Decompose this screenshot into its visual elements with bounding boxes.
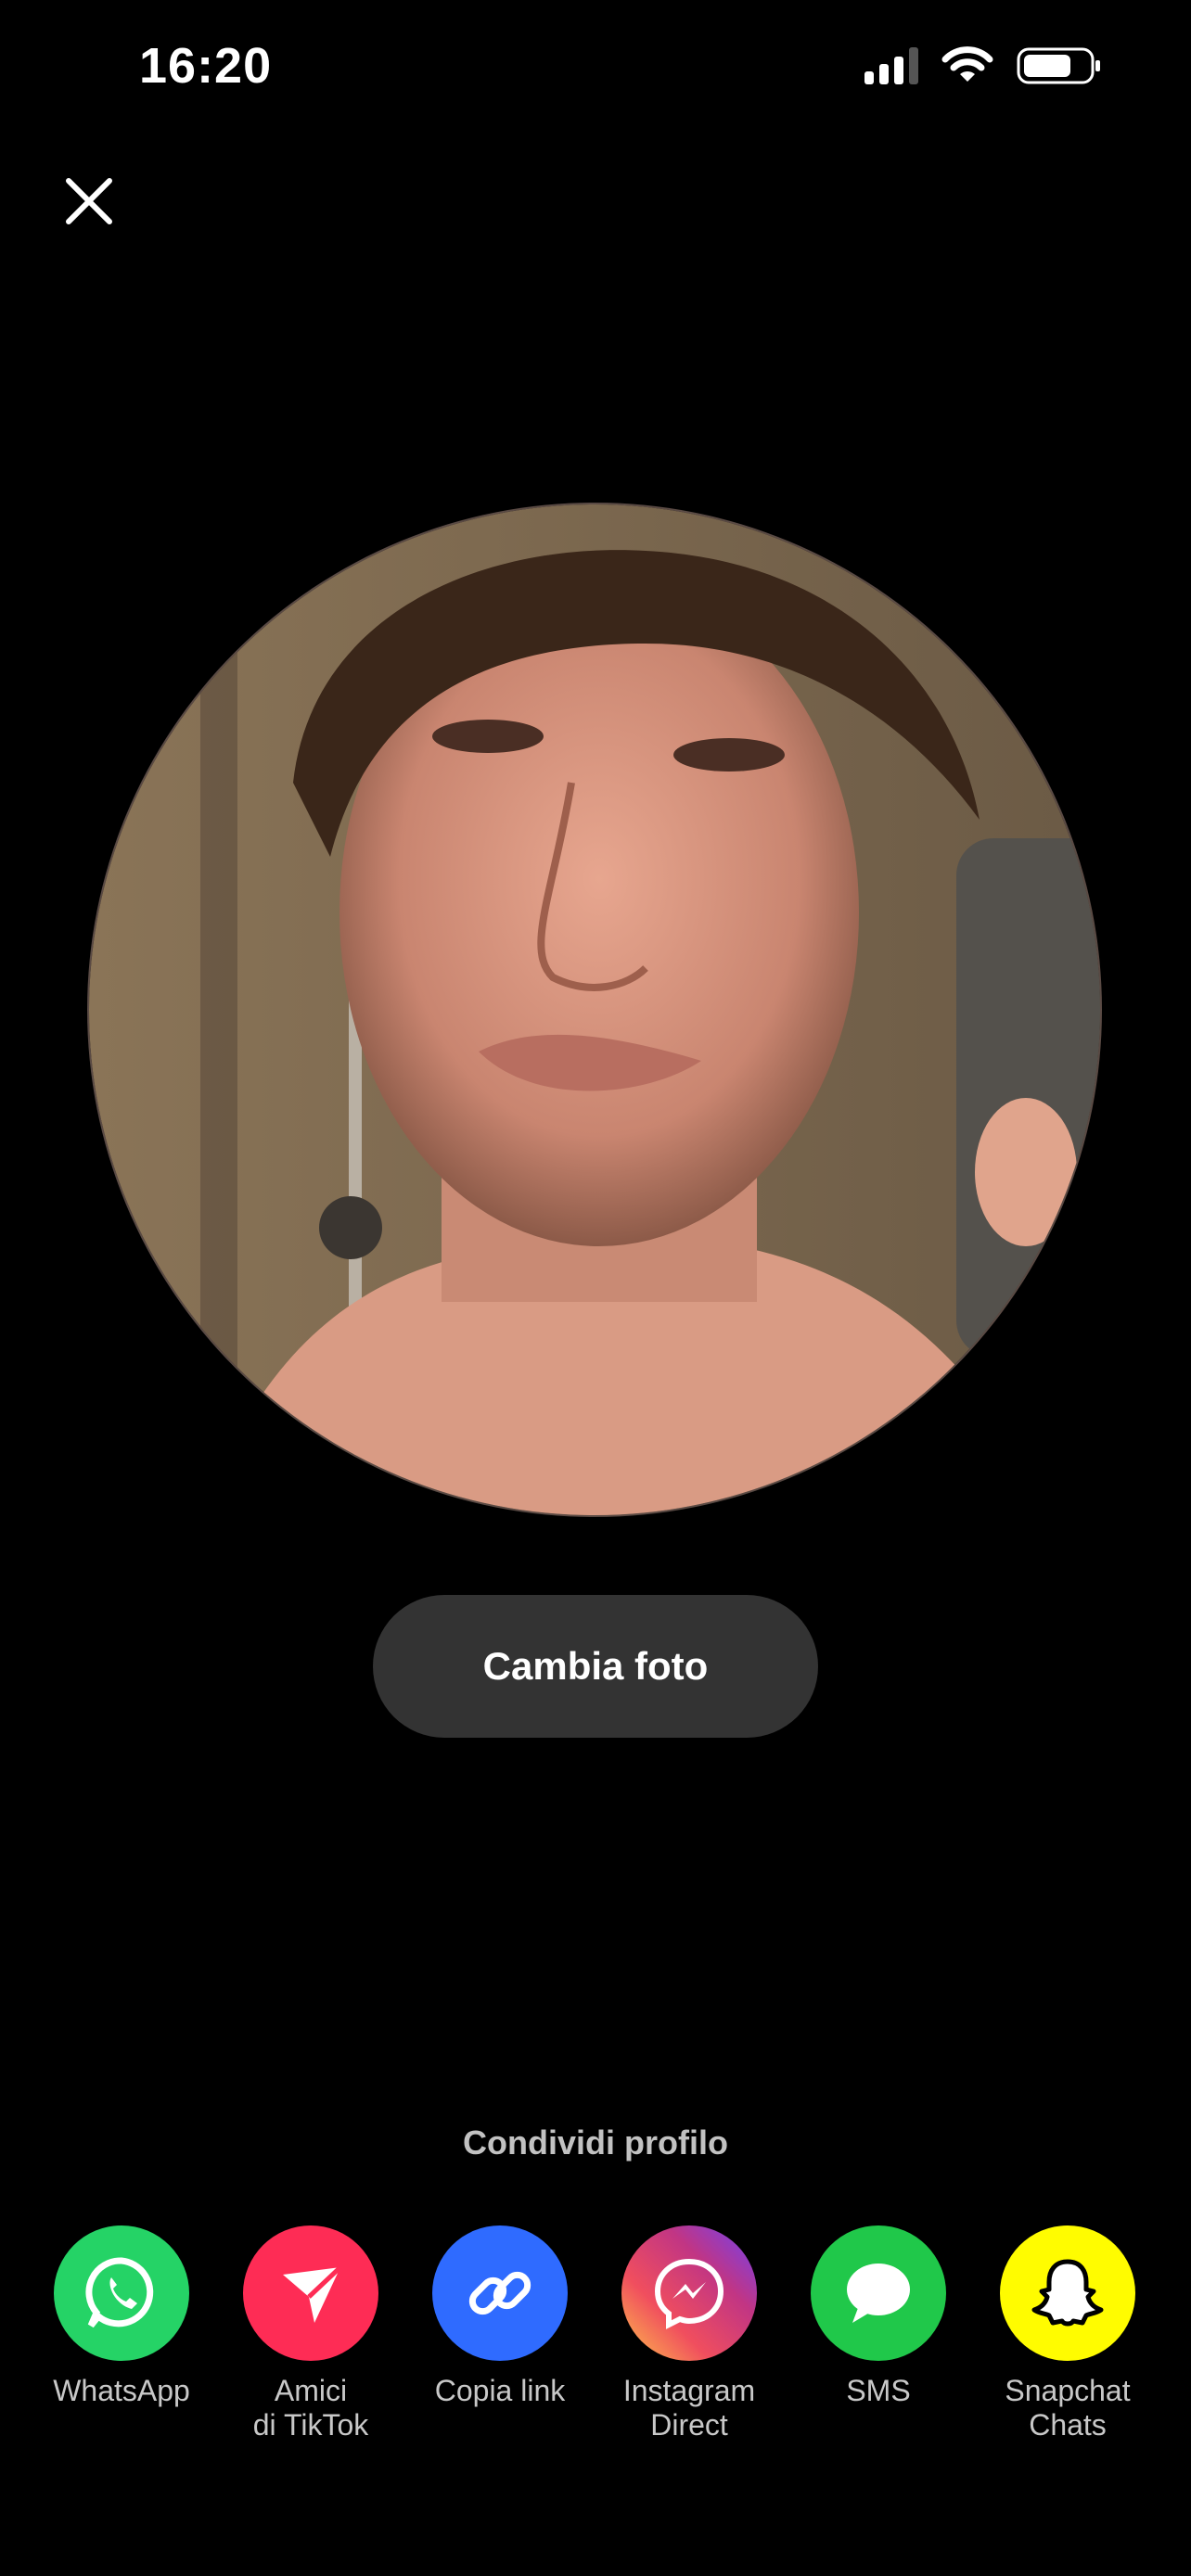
paper-plane-icon — [243, 2225, 378, 2361]
wifi-icon — [941, 46, 993, 82]
messenger-icon — [621, 2225, 757, 2361]
share-whatsapp-label: WhatsApp — [53, 2374, 190, 2407]
status-bar: 16:20 — [0, 0, 1191, 139]
share-whatsapp[interactable]: WhatsApp — [33, 2225, 210, 2408]
share-snapchat-label: Snapchat Chats — [1005, 2374, 1131, 2442]
link-icon — [432, 2225, 568, 2361]
share-snapchat[interactable]: Snapchat Chats — [980, 2225, 1156, 2442]
change-photo-button[interactable]: Cambia foto — [373, 1595, 818, 1738]
signal-icon — [864, 47, 918, 84]
share-instagram-direct-label: Instagram Direct — [622, 2374, 756, 2442]
snapchat-ghost-icon — [1000, 2225, 1135, 2361]
battery-icon — [1017, 47, 1100, 84]
profile-photo — [89, 504, 1100, 1515]
close-icon — [66, 178, 112, 224]
share-sms[interactable]: SMS — [790, 2225, 967, 2408]
share-tiktok-friends[interactable]: Amici di TikTok — [223, 2225, 399, 2442]
share-profile-title: Condividi profilo — [463, 2123, 728, 2162]
whatsapp-icon — [54, 2225, 189, 2361]
close-button[interactable] — [59, 172, 119, 231]
profile-photo-image — [89, 504, 1100, 1515]
share-instagram-direct[interactable]: Instagram Direct — [601, 2225, 777, 2442]
share-copy-link[interactable]: Copia link — [412, 2225, 588, 2408]
share-tiktok-friends-label: Amici di TikTok — [252, 2374, 369, 2442]
status-time: 16:20 — [139, 38, 273, 94]
share-sms-label: SMS — [846, 2374, 911, 2407]
message-bubble-icon — [811, 2225, 946, 2361]
share-copy-link-label: Copia link — [434, 2374, 566, 2407]
status-icons — [864, 46, 1102, 85]
